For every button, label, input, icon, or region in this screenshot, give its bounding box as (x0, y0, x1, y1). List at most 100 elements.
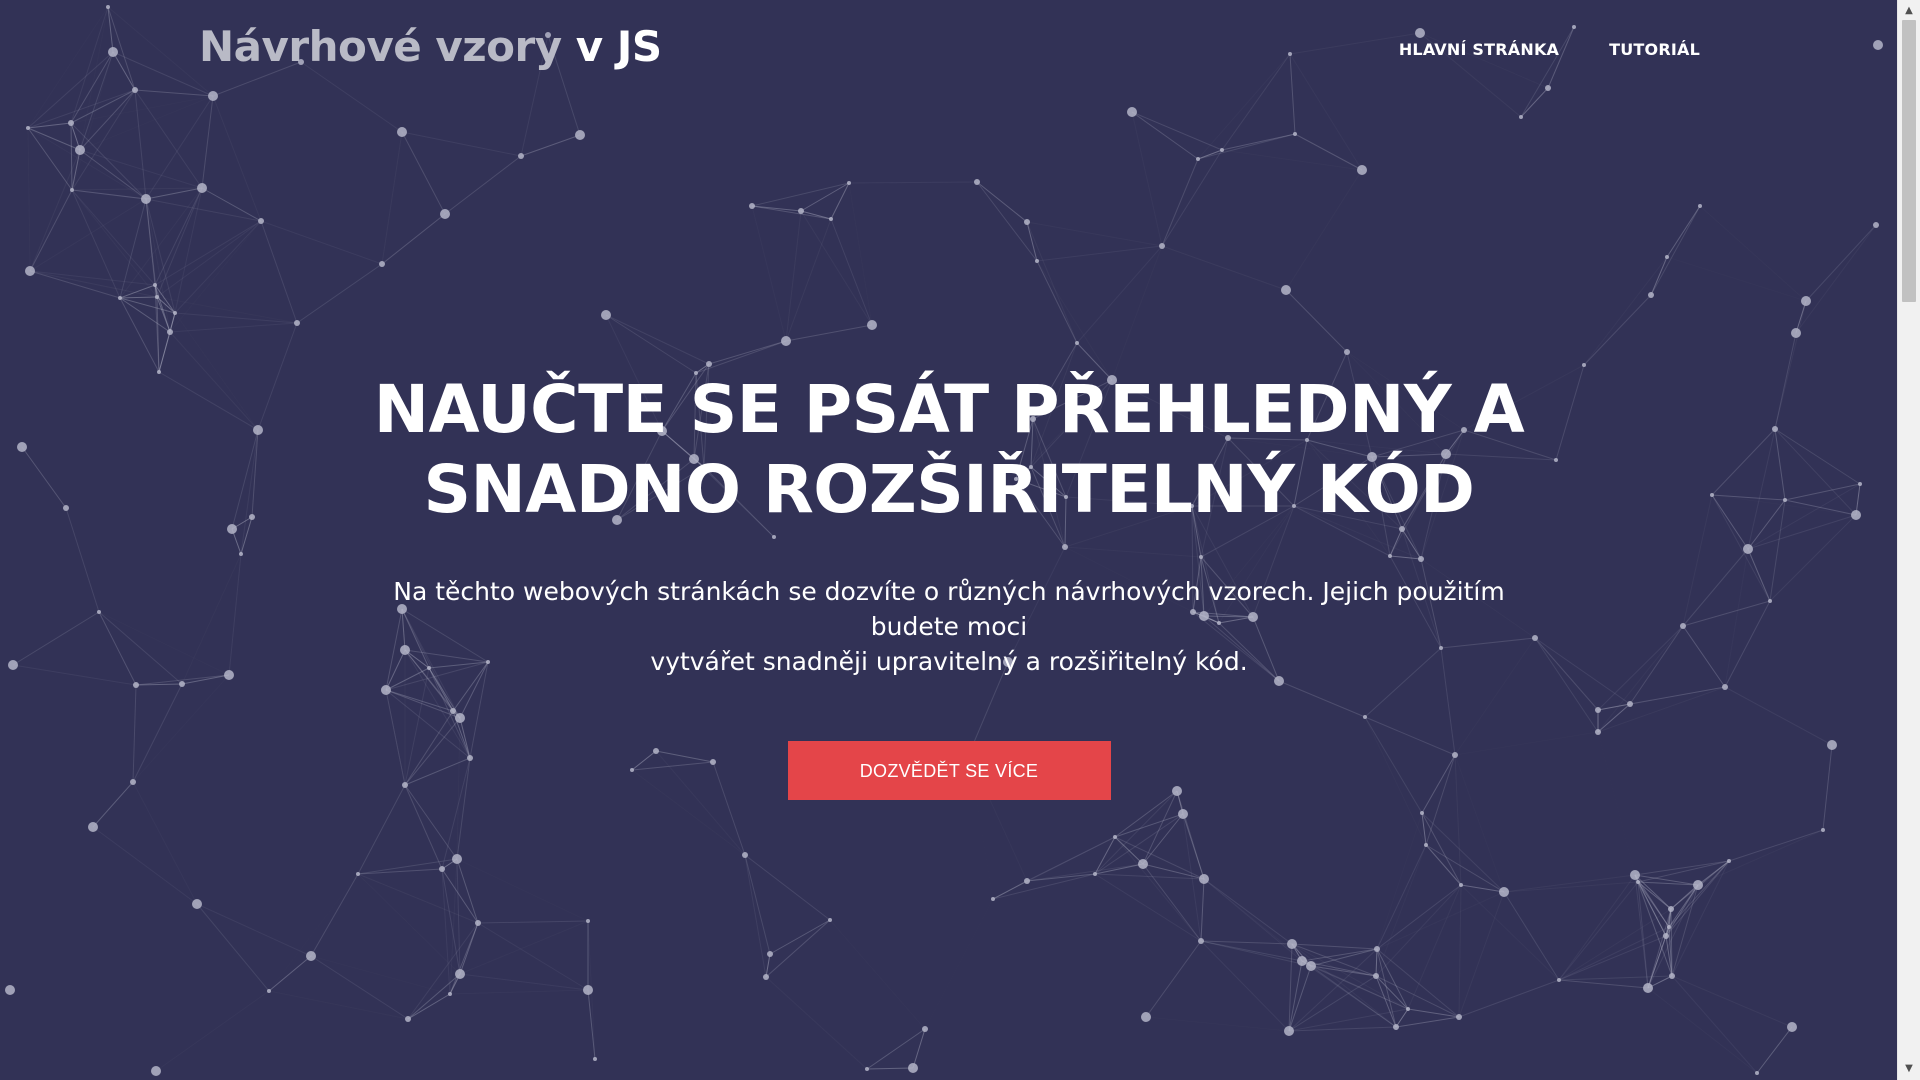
hero-description-line-1: Na těchto webových stránkách se dozvíte … (393, 577, 1505, 641)
particle-dot (1284, 1026, 1294, 1036)
particle-dot (439, 866, 445, 872)
particle-link (357, 868, 443, 875)
particle-link (296, 263, 383, 324)
particle-link (212, 95, 262, 222)
particle-dot (1630, 870, 1640, 880)
particle-link (119, 297, 171, 333)
particle-dot (593, 1057, 597, 1061)
hero-title-line-2: SNADNO ROZŠIŘITELNÝ KÓD (423, 451, 1475, 528)
particle-link (201, 187, 262, 222)
particle-link (849, 183, 872, 325)
particle-link (1558, 979, 1649, 989)
particle-link (79, 149, 203, 189)
particle-dot (1281, 285, 1291, 295)
particle-dot (1648, 292, 1654, 298)
particle-link (1458, 884, 1462, 1018)
site-logo[interactable]: Návrhové vzory v JS (199, 22, 662, 71)
particle-dot (1499, 887, 1509, 897)
particle-link (912, 1028, 926, 1069)
particle-dot (1698, 204, 1702, 208)
particle-dot (1420, 811, 1424, 815)
particle-dot (1293, 132, 1297, 136)
particle-dot (1306, 961, 1316, 971)
particle-dot (828, 918, 832, 922)
particle-link (1503, 891, 1560, 981)
scroll-down-arrow-icon[interactable]: ▼ (1898, 1060, 1920, 1078)
particle-dot (1669, 973, 1675, 979)
particle-link (1375, 975, 1409, 1010)
particle-link (310, 873, 359, 957)
particle-dot (1344, 349, 1350, 355)
particle-link (1294, 133, 1363, 171)
particle-link (1203, 878, 1312, 967)
particle-link (1558, 881, 1639, 981)
particle-link (196, 903, 312, 957)
scroll-up-arrow-icon[interactable]: ▲ (1898, 2, 1920, 20)
particle-link (1650, 205, 1701, 296)
particle-dot (847, 181, 851, 185)
particle-link (1094, 790, 1178, 875)
nav-link-home[interactable]: HLAVNÍ STRÁNKA (1399, 40, 1559, 59)
particle-link (1458, 891, 1505, 1018)
particle-dot (798, 208, 804, 214)
particle-link (134, 89, 147, 200)
particle-dot (1519, 115, 1523, 119)
particle-dot (781, 336, 791, 346)
particle-link (29, 270, 158, 298)
hero-description-line-2: vytvářet snadněji upravitelný a rozšiřit… (650, 647, 1248, 676)
particle-dot (1727, 859, 1731, 863)
particle-dot (586, 919, 590, 923)
particle-link (1667, 257, 1806, 301)
particle-dot (455, 969, 465, 979)
particle-link (119, 297, 160, 373)
particle-link (1142, 863, 1202, 942)
learn-more-button[interactable]: DOZVĚDĚT SE VÍCE (787, 741, 1111, 800)
particle-dot (88, 822, 98, 832)
particle-dot (294, 320, 300, 326)
particle-dot (267, 989, 271, 993)
particle-dot (1821, 828, 1825, 832)
hero-title: NAUČTE SE PSÁT PŘEHLEDNÝ A SNADNO ROZŠIŘ… (349, 370, 1549, 530)
particle-link (449, 989, 589, 995)
particle-link (520, 134, 581, 157)
particle-link (358, 874, 460, 974)
particle-link (1667, 257, 1796, 333)
particle-link (866, 1028, 926, 1070)
particle-dot (1199, 874, 1209, 884)
particle-link (145, 198, 262, 222)
particle-dot (1393, 1024, 1399, 1030)
particle-dot (258, 218, 264, 224)
particle-link (70, 122, 73, 191)
particle-link (1651, 295, 1796, 333)
logo-text-light: Návrhové vzory (199, 22, 562, 71)
particle-link (29, 149, 81, 272)
particle-link (1291, 943, 1378, 950)
particle-dot (974, 179, 980, 185)
particle-link (1161, 245, 1287, 291)
main-nav: HLAVNÍ STRÁNKA TUTORIÁL (1399, 40, 1700, 59)
particle-link (169, 322, 298, 333)
particle-dot (991, 897, 995, 901)
particle-link (605, 314, 710, 365)
scrollbar-thumb[interactable] (1902, 20, 1916, 302)
particle-dot (448, 992, 452, 996)
particle-link (407, 993, 451, 1020)
particle-dot (25, 266, 35, 276)
particle-link (1375, 948, 1378, 977)
particle-link (1376, 844, 1427, 950)
particle-link (357, 873, 479, 924)
particle-link (401, 131, 522, 157)
particle-dot (865, 1067, 869, 1071)
vertical-scrollbar[interactable]: ▲ ▼ (1897, 0, 1920, 1080)
particle-link (1558, 975, 1673, 981)
particle-dot (1297, 956, 1307, 966)
particle-dot (763, 974, 769, 980)
particle-link (1203, 878, 1293, 945)
particle-link (765, 919, 831, 978)
nav-link-tutorial[interactable]: TUTORIÁL (1609, 40, 1700, 59)
particle-link (1697, 829, 1824, 886)
particle-link (830, 218, 873, 326)
particle-link (1131, 111, 1163, 247)
particle-dot (1459, 883, 1463, 887)
particle-link (381, 131, 403, 265)
